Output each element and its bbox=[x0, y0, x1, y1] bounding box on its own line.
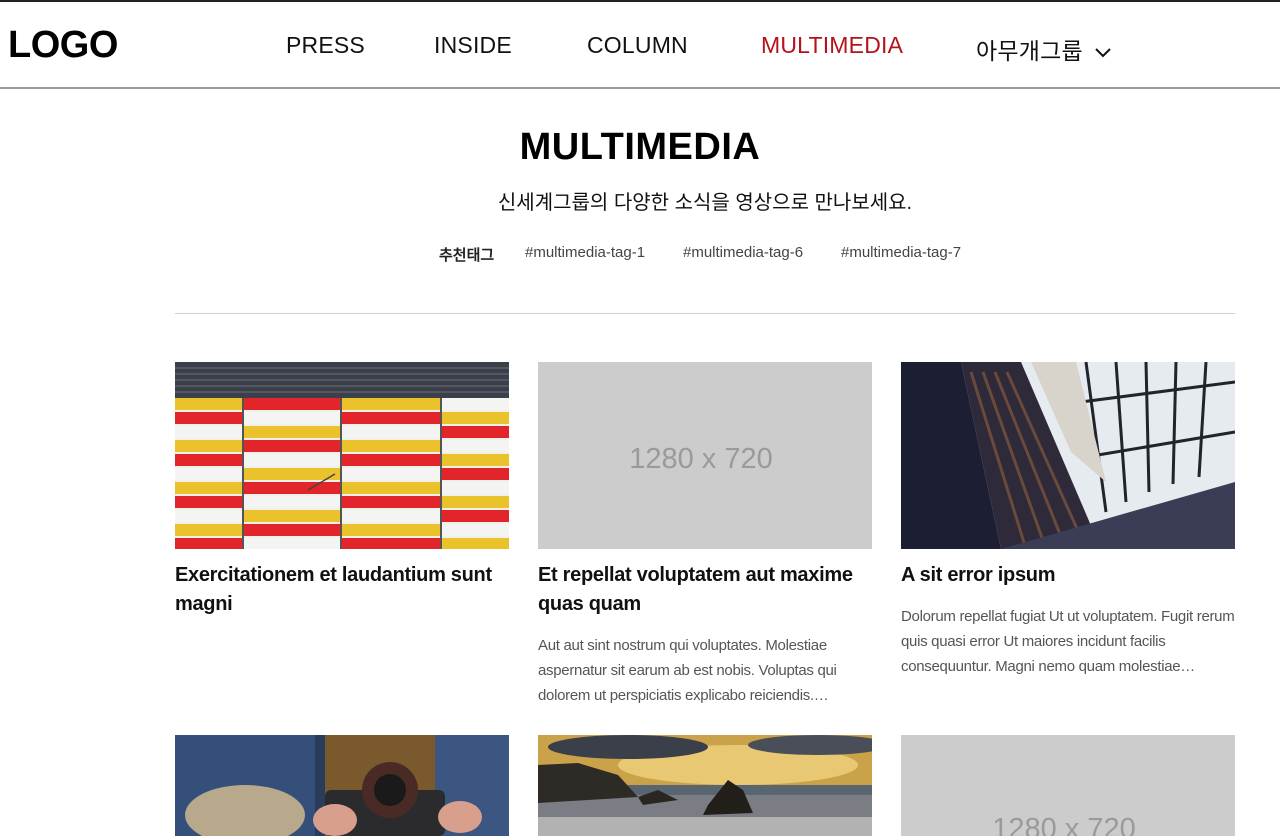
recommended-tags: 추천태그 #multimedia-tag-1 #multimedia-tag-6… bbox=[0, 244, 1280, 266]
section-divider bbox=[175, 313, 1235, 314]
card-title[interactable]: Et repellat voluptatem aut maxime quas q… bbox=[538, 561, 872, 619]
page-subtitle: 신세계그룹의 다양한 소식을 영상으로 만나보세요. bbox=[497, 192, 913, 214]
tag-link[interactable]: #multimedia-tag-1 bbox=[525, 244, 645, 261]
card-thumbnail-camera-hands[interactable] bbox=[175, 735, 509, 836]
media-card: 1280 x 720 Et repellat voluptatem aut ma… bbox=[538, 362, 872, 708]
placeholder-text: 1280 x 720 bbox=[992, 813, 1136, 836]
nav-item-group-label: 아무개그룹 bbox=[976, 38, 1083, 64]
site-header: LOGO PRESS INSIDE COLUMN MULTIMEDIA 아무개그… bbox=[0, 2, 1280, 89]
media-card bbox=[175, 735, 509, 836]
card-thumbnail-striped-building[interactable] bbox=[175, 362, 509, 549]
card-description: Dolorum repellat fugiat Ut ut voluptatem… bbox=[901, 608, 1235, 675]
card-thumbnail-sea-rocks[interactable] bbox=[538, 735, 872, 836]
tags-label: 추천태그 bbox=[439, 247, 495, 264]
card-title[interactable]: A sit error ipsum bbox=[901, 561, 1235, 590]
card-title[interactable]: Exercitationem et laudantium sunt magni bbox=[175, 561, 509, 619]
card-thumbnail-placeholder[interactable]: 1280 x 720 bbox=[538, 362, 872, 549]
nav-item-inside[interactable]: INSIDE bbox=[434, 32, 512, 59]
chevron-down-icon bbox=[1095, 37, 1111, 64]
nav-item-multimedia[interactable]: MULTIMEDIA bbox=[761, 32, 903, 59]
placeholder-text: 1280 x 720 bbox=[629, 443, 773, 475]
media-card: 1280 x 720 bbox=[901, 735, 1235, 836]
media-card: Exercitationem et laudantium sunt magni bbox=[175, 362, 509, 619]
media-card: A sit error ipsum Dolorum repellat fugia… bbox=[901, 362, 1235, 679]
nav-item-group-dropdown[interactable]: 아무개그룹 bbox=[976, 32, 1111, 66]
nav-item-press[interactable]: PRESS bbox=[286, 32, 365, 59]
media-card bbox=[538, 735, 872, 836]
page-title: MULTIMEDIA bbox=[519, 126, 761, 168]
card-thumbnail-library[interactable] bbox=[901, 362, 1235, 549]
tag-link[interactable]: #multimedia-tag-6 bbox=[683, 244, 803, 261]
tag-link[interactable]: #multimedia-tag-7 bbox=[841, 244, 961, 261]
card-thumbnail-placeholder[interactable]: 1280 x 720 bbox=[901, 735, 1235, 836]
main-nav: PRESS INSIDE COLUMN MULTIMEDIA 아무개그룹 bbox=[0, 32, 1280, 64]
card-description: Aut aut sint nostrum qui voluptates. Mol… bbox=[538, 637, 837, 704]
nav-item-column[interactable]: COLUMN bbox=[587, 32, 688, 59]
